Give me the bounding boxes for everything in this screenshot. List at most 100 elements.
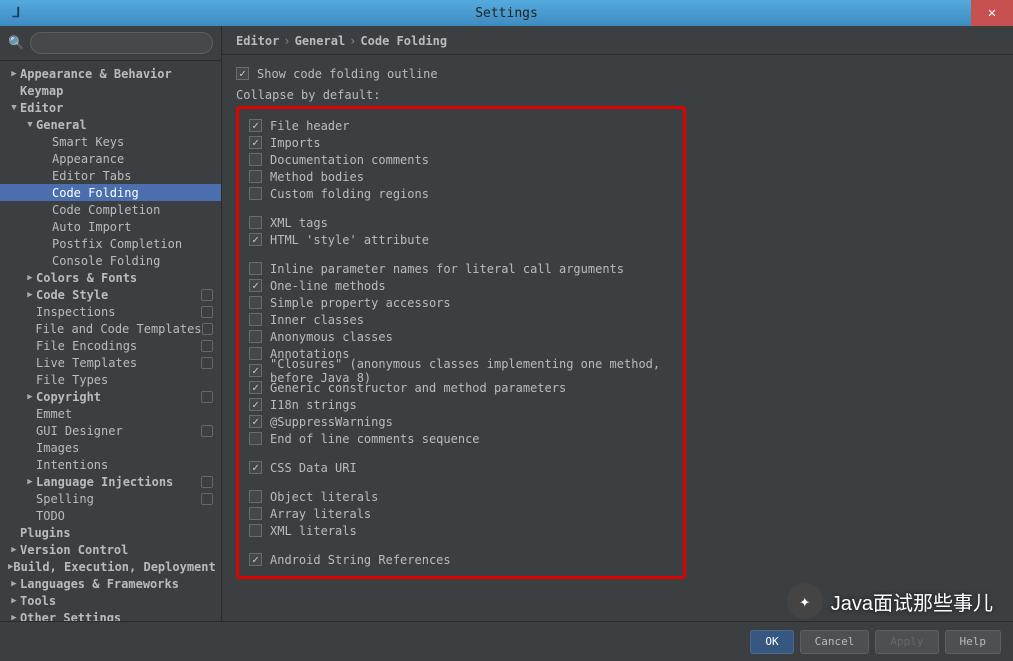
tree-arrow-icon[interactable] [8, 596, 20, 606]
checkbox[interactable] [249, 170, 262, 183]
tree-item[interactable]: Code Completion [0, 201, 221, 218]
tree-item[interactable]: Emmet [0, 405, 221, 422]
tree-item[interactable]: Editor Tabs [0, 167, 221, 184]
checkbox-row[interactable]: Array literals [249, 505, 673, 522]
checkbox[interactable] [249, 398, 262, 411]
settings-tree[interactable]: Appearance & BehaviorKeymapEditorGeneral… [0, 61, 221, 621]
checkbox-row[interactable]: I18n strings [249, 396, 673, 413]
checkbox[interactable] [249, 119, 262, 132]
tree-item[interactable]: Language Injections [0, 473, 221, 490]
ok-button[interactable]: OK [750, 630, 793, 654]
tree-item[interactable]: Languages & Frameworks [0, 575, 221, 592]
tree-item[interactable]: File Encodings [0, 337, 221, 354]
checkbox[interactable] [249, 364, 262, 377]
checkbox[interactable] [236, 67, 249, 80]
checkbox-row[interactable]: Documentation comments [249, 151, 673, 168]
tree-item[interactable]: Copyright [0, 388, 221, 405]
tree-item[interactable]: Other Settings [0, 609, 221, 621]
checkbox-row[interactable]: XML tags [249, 214, 673, 231]
checkbox-row[interactable]: Simple property accessors [249, 294, 673, 311]
tree-item[interactable]: Spelling [0, 490, 221, 507]
checkbox-row[interactable]: Method bodies [249, 168, 673, 185]
tree-item[interactable]: Appearance & Behavior [0, 65, 221, 82]
search-input[interactable] [30, 32, 213, 54]
checkbox-row[interactable]: XML literals [249, 522, 673, 539]
tree-label: Images [36, 441, 79, 455]
tree-item[interactable]: Code Style [0, 286, 221, 303]
checkbox[interactable] [249, 233, 262, 246]
checkbox[interactable] [249, 296, 262, 309]
tree-item[interactable]: Keymap [0, 82, 221, 99]
checkbox[interactable] [249, 347, 262, 360]
checkbox-row[interactable]: Inline parameter names for literal call … [249, 260, 673, 277]
tree-arrow-icon[interactable] [24, 392, 36, 402]
tree-arrow-icon[interactable] [24, 477, 36, 487]
checkbox[interactable] [249, 136, 262, 149]
checkbox[interactable] [249, 432, 262, 445]
tree-item[interactable]: Tools [0, 592, 221, 609]
checkbox-row[interactable]: Custom folding regions [249, 185, 673, 202]
tree-item[interactable]: Images [0, 439, 221, 456]
checkbox[interactable] [249, 187, 262, 200]
checkbox[interactable] [249, 313, 262, 326]
checkbox-row[interactable]: End of line comments sequence [249, 430, 673, 447]
checkbox-row[interactable]: One-line methods [249, 277, 673, 294]
checkbox[interactable] [249, 216, 262, 229]
tree-item[interactable]: GUI Designer [0, 422, 221, 439]
tree-item[interactable]: Console Folding [0, 252, 221, 269]
tree-item[interactable]: TODO [0, 507, 221, 524]
tree-item[interactable]: File and Code Templates [0, 320, 221, 337]
tree-arrow-icon[interactable] [24, 290, 36, 300]
checkbox-row[interactable]: Anonymous classes [249, 328, 673, 345]
tree-arrow-icon[interactable] [8, 613, 20, 622]
checkbox-row[interactable]: Inner classes [249, 311, 673, 328]
tree-item[interactable]: Smart Keys [0, 133, 221, 150]
checkbox-row[interactable]: @SuppressWarnings [249, 413, 673, 430]
tree-item[interactable]: General [0, 116, 221, 133]
tree-arrow-icon[interactable] [24, 120, 36, 130]
tree-item[interactable]: Plugins [0, 524, 221, 541]
checkbox[interactable] [249, 153, 262, 166]
checkbox-label: Method bodies [270, 170, 364, 184]
checkbox[interactable] [249, 262, 262, 275]
tree-arrow-icon[interactable] [8, 545, 20, 555]
tree-item[interactable]: Colors & Fonts [0, 269, 221, 286]
apply-button[interactable]: Apply [875, 630, 938, 654]
tree-arrow-icon[interactable] [8, 103, 20, 113]
close-button[interactable]: ✕ [971, 0, 1013, 26]
tree-item[interactable]: Live Templates [0, 354, 221, 371]
tree-item[interactable]: Intentions [0, 456, 221, 473]
cancel-button[interactable]: Cancel [800, 630, 870, 654]
checkbox[interactable] [249, 415, 262, 428]
tree-item[interactable]: File Types [0, 371, 221, 388]
checkbox-row[interactable]: File header [249, 117, 673, 134]
tree-arrow-icon[interactable] [8, 69, 20, 79]
checkbox[interactable] [249, 330, 262, 343]
tree-item[interactable]: Inspections [0, 303, 221, 320]
tree-item[interactable]: Editor [0, 99, 221, 116]
show-outline-row[interactable]: Show code folding outline [236, 65, 999, 82]
checkbox-row[interactable]: Object literals [249, 488, 673, 505]
tree-arrow-icon[interactable] [8, 579, 20, 589]
checkbox-row[interactable]: CSS Data URI [249, 459, 673, 476]
tree-label: TODO [36, 509, 65, 523]
checkbox-row[interactable]: HTML 'style' attribute [249, 231, 673, 248]
tree-item[interactable]: Appearance [0, 150, 221, 167]
checkbox-row[interactable]: Android String References [249, 551, 673, 568]
checkbox[interactable] [249, 507, 262, 520]
checkbox[interactable] [249, 461, 262, 474]
checkbox-row[interactable]: Imports [249, 134, 673, 151]
tree-item[interactable]: Auto Import [0, 218, 221, 235]
tree-item[interactable]: Build, Execution, Deployment [0, 558, 221, 575]
tree-arrow-icon[interactable] [24, 273, 36, 283]
tree-item[interactable]: Code Folding [0, 184, 221, 201]
checkbox[interactable] [249, 279, 262, 292]
help-button[interactable]: Help [945, 630, 1002, 654]
tree-item[interactable]: Postfix Completion [0, 235, 221, 252]
checkbox[interactable] [249, 381, 262, 394]
checkbox[interactable] [249, 490, 262, 503]
checkbox[interactable] [249, 553, 262, 566]
checkbox[interactable] [249, 524, 262, 537]
checkbox-row[interactable]: "Closures" (anonymous classes implementi… [249, 362, 673, 379]
tree-item[interactable]: Version Control [0, 541, 221, 558]
